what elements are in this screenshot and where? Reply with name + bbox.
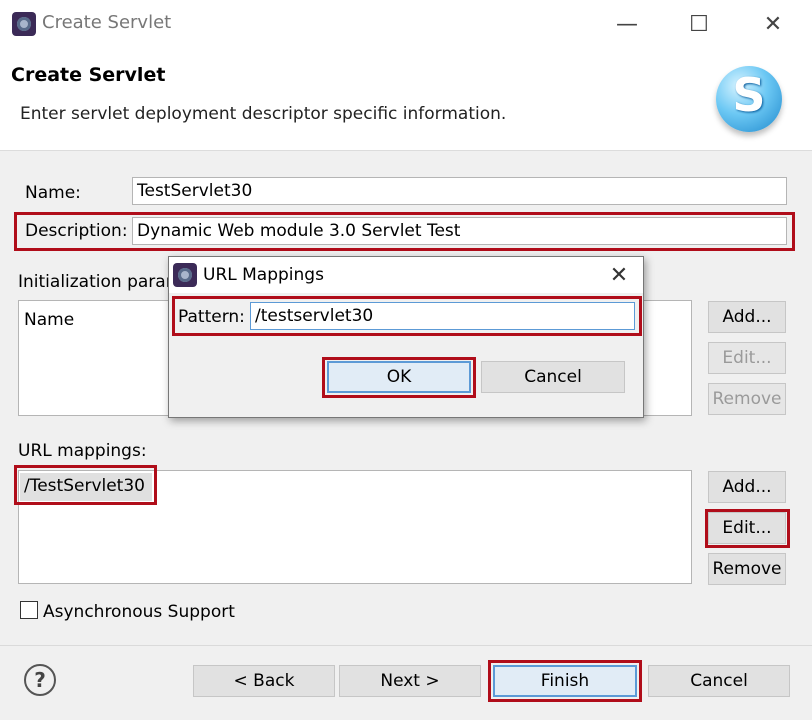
maximize-icon[interactable]: ☐ [676, 6, 722, 42]
init-remove-button[interactable]: Remove [708, 383, 786, 415]
init-params-column-name: Name [24, 310, 75, 330]
dialog-title: URL Mappings [203, 265, 324, 285]
wizard-header: Create Servlet Enter servlet deployment … [0, 48, 812, 151]
close-icon[interactable]: ✕ [750, 6, 796, 42]
name-field[interactable]: TestServlet30 [132, 177, 787, 205]
wizard-footer: ? < Back Next > Finish Cancel [0, 645, 812, 720]
back-button[interactable]: < Back [193, 665, 335, 697]
url-mapping-item[interactable]: /TestServlet30 [20, 473, 152, 501]
description-label: Description: [25, 221, 128, 241]
wizard-title: Create Servlet [11, 64, 166, 86]
init-add-button[interactable]: Add... [708, 301, 786, 333]
init-params-label: Initialization param [18, 272, 183, 292]
minimize-icon[interactable]: — [604, 6, 650, 42]
pattern-field[interactable]: /testservlet30 [250, 302, 635, 330]
window-title: Create Servlet [42, 12, 172, 33]
url-edit-button[interactable]: Edit... [708, 512, 786, 544]
dialog-ok-button[interactable]: OK [327, 361, 471, 393]
async-support-label: Asynchronous Support [43, 602, 235, 622]
cancel-button[interactable]: Cancel [648, 665, 790, 697]
async-support-checkbox[interactable] [20, 601, 38, 619]
url-add-button[interactable]: Add... [708, 471, 786, 503]
pattern-label: Pattern: [178, 307, 245, 327]
init-edit-button[interactable]: Edit... [708, 342, 786, 374]
logo-letter: S [732, 68, 766, 122]
description-field[interactable]: Dynamic Web module 3.0 Servlet Test [132, 217, 787, 245]
dialog-titlebar: URL Mappings ✕ [169, 257, 643, 293]
eclipse-app-icon [12, 12, 36, 36]
url-mappings-list[interactable]: /TestServlet30 [18, 470, 692, 584]
url-mappings-label: URL mappings: [18, 441, 147, 461]
finish-button[interactable]: Finish [493, 665, 637, 697]
dialog-close-icon[interactable]: ✕ [599, 259, 639, 291]
help-icon[interactable]: ? [24, 664, 56, 696]
wizard-description: Enter servlet deployment descriptor spec… [20, 104, 507, 124]
dialog-cancel-button[interactable]: Cancel [481, 361, 625, 393]
name-label: Name: [25, 183, 81, 203]
window-titlebar: Create Servlet — ☐ ✕ [0, 0, 812, 48]
url-remove-button[interactable]: Remove [708, 553, 786, 585]
servlet-logo-icon: S [716, 66, 782, 132]
next-button[interactable]: Next > [339, 665, 481, 697]
eclipse-dialog-icon [173, 263, 197, 287]
url-mappings-dialog: URL Mappings ✕ Pattern: /testservlet30 O… [168, 256, 644, 418]
